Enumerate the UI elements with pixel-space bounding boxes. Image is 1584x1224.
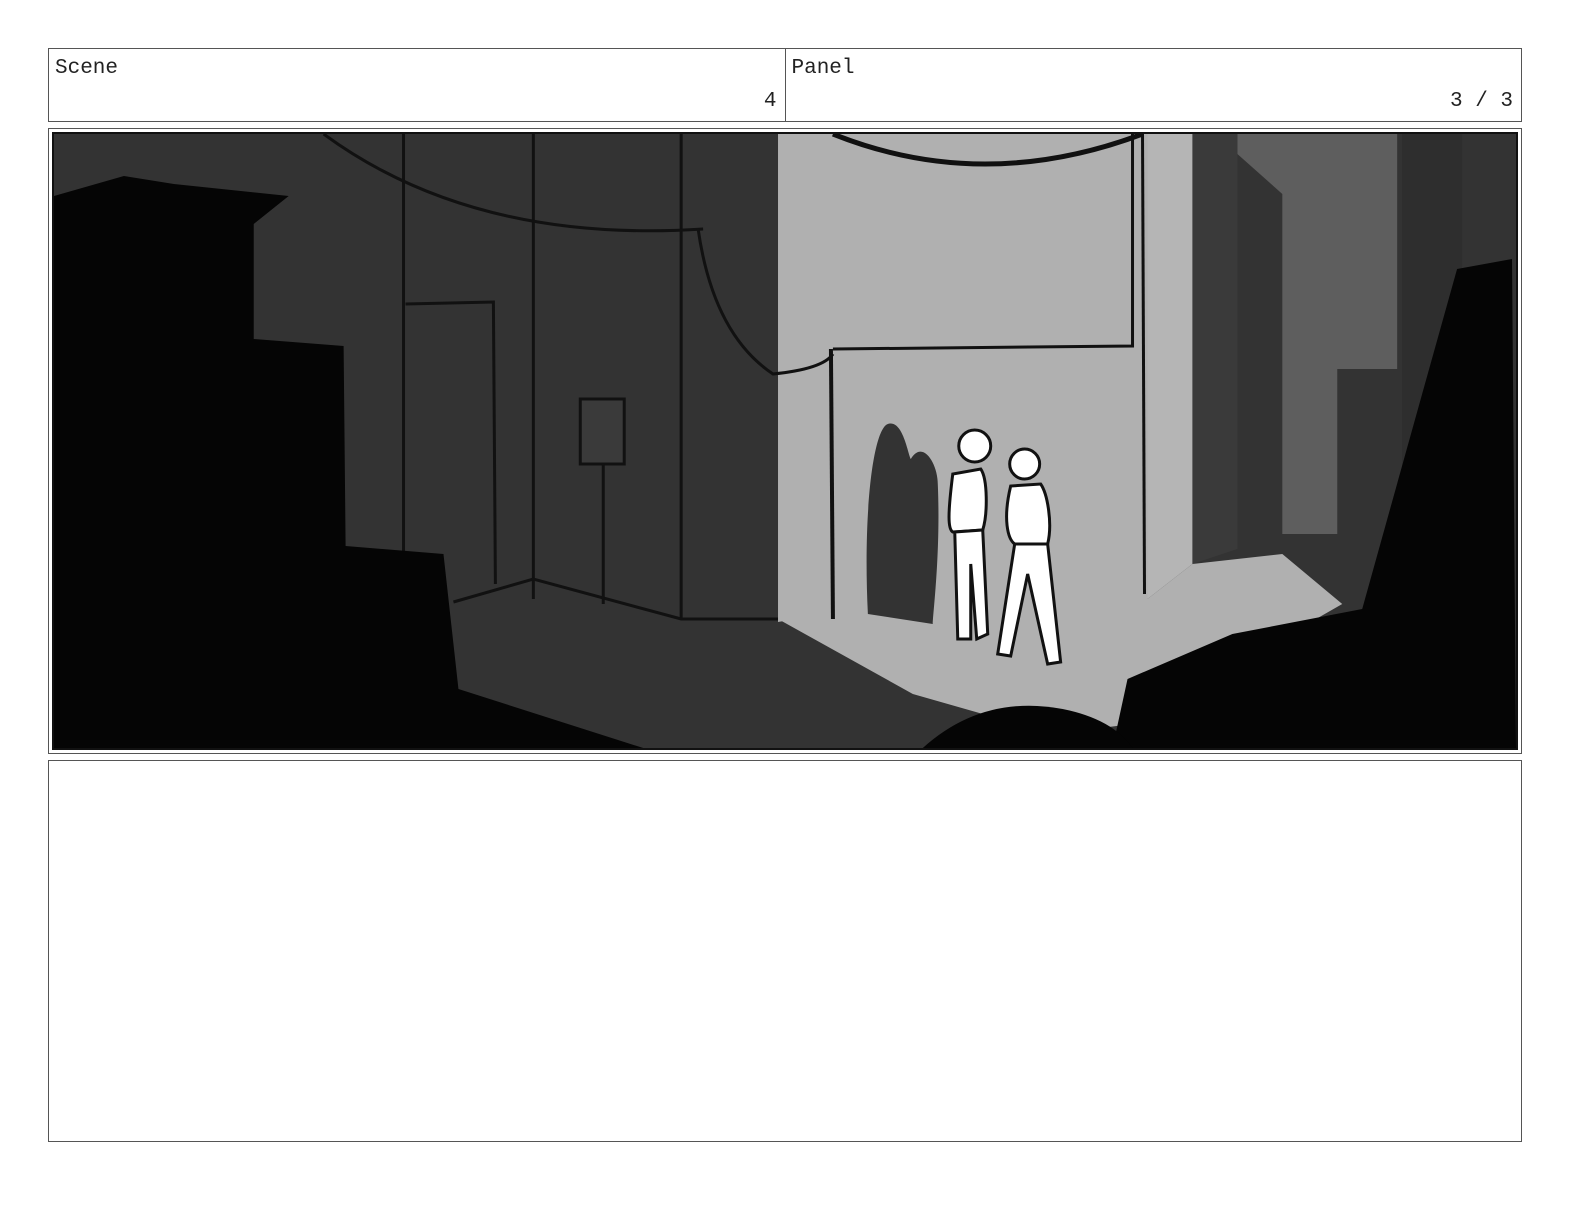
scene-number: 4 bbox=[763, 90, 777, 113]
storyboard-frame bbox=[48, 128, 1522, 754]
panel-cell: Panel 3 / 3 bbox=[784, 49, 1522, 121]
shadow-pillar bbox=[1192, 134, 1238, 564]
lit-side-wall bbox=[1147, 134, 1193, 599]
corner-edge bbox=[828, 348, 835, 620]
electrical-box bbox=[578, 397, 626, 466]
storyboard-drawing bbox=[52, 132, 1518, 750]
notes-area bbox=[48, 760, 1522, 1142]
scene-cell: Scene 4 bbox=[49, 49, 785, 121]
panel-number: 3 / 3 bbox=[1449, 90, 1513, 113]
scene-label: Scene bbox=[55, 57, 119, 80]
pillar-edge bbox=[1141, 134, 1147, 595]
storyboard-header: Scene 4 Panel 3 / 3 bbox=[48, 48, 1522, 122]
panel-label: Panel bbox=[791, 57, 855, 80]
